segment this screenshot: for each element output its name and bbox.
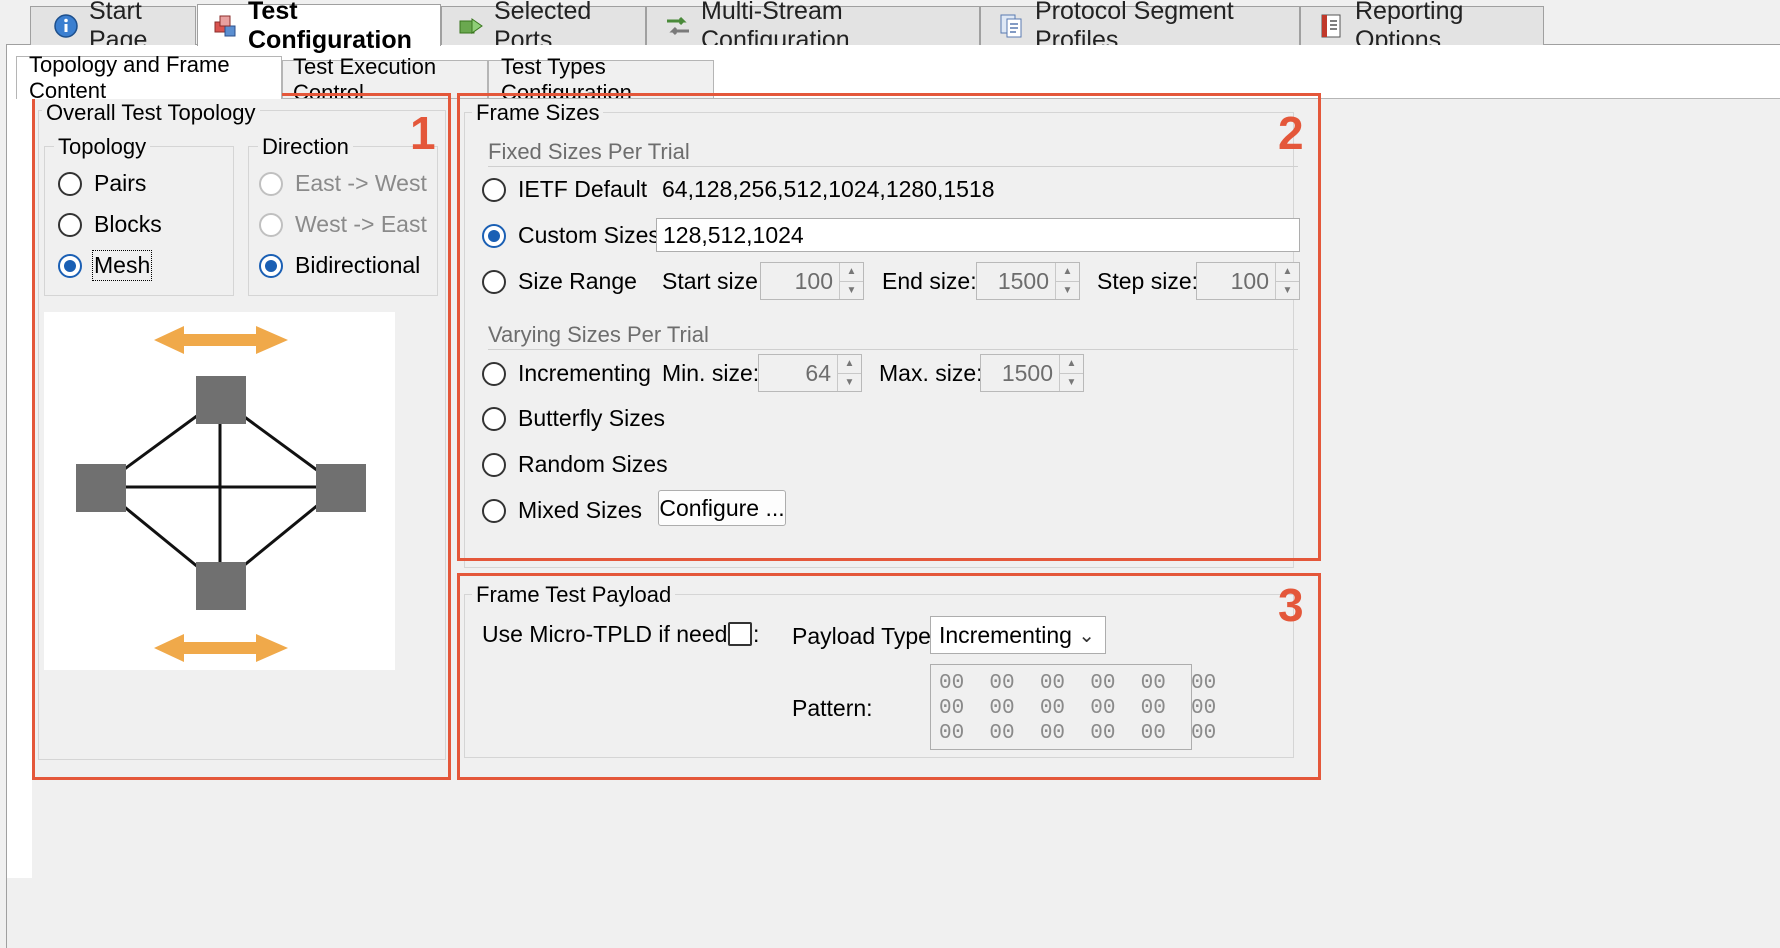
annotation-box-3	[457, 573, 1321, 780]
tab-label: Test Configuration	[248, 0, 412, 54]
tab-reporting-options[interactable]: Reporting Options	[1300, 0, 1544, 54]
tab-protocol-segment-profiles[interactable]: Protocol Segment Profiles	[980, 0, 1300, 54]
streams-icon	[665, 13, 691, 39]
tab-label: Topology and Frame Content	[29, 52, 230, 103]
tab-multi-stream-configuration[interactable]: Multi-Stream Configuration	[646, 0, 980, 54]
main-tab-strip: Start Page Test Configuration Selected P…	[0, 0, 1780, 54]
report-icon	[1319, 13, 1345, 39]
documents-icon	[999, 13, 1025, 39]
bottom-area	[7, 878, 1780, 948]
annotation-box-1	[32, 93, 451, 780]
ports-icon	[458, 13, 484, 39]
tab-selected-ports[interactable]: Selected Ports	[441, 0, 646, 54]
tab-test-configuration[interactable]: Test Configuration	[197, 0, 441, 54]
tab-topology-and-frame-content[interactable]: Topology and Frame Content	[16, 52, 282, 103]
annotation-number-2: 2	[1278, 107, 1304, 159]
cubes-icon	[212, 13, 238, 39]
annotation-box-2	[457, 93, 1321, 561]
annotation-number-3: 3	[1278, 579, 1304, 631]
tab-start-page[interactable]: Start Page	[30, 0, 196, 54]
info-icon	[53, 13, 79, 39]
annotation-number-1: 1	[410, 107, 436, 159]
